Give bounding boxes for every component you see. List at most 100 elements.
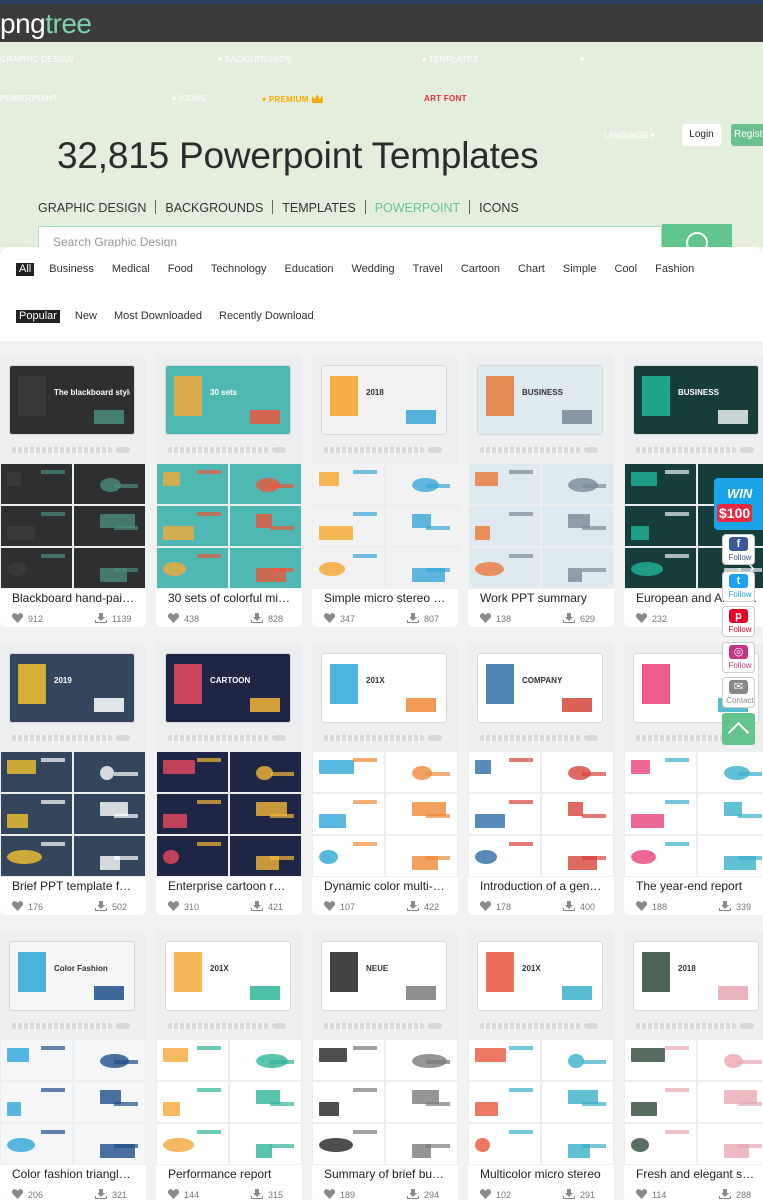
tag-filter[interactable]: Simple <box>561 263 599 276</box>
win-promo-badge[interactable]: WIN $100 <box>714 478 763 530</box>
template-preview-image[interactable]: 2018 <box>624 931 763 1165</box>
download-count[interactable]: 339 <box>719 901 751 912</box>
like-count[interactable]: 232 <box>636 613 667 624</box>
category-tab[interactable]: GRAPHIC DESIGN <box>38 201 146 215</box>
template-title[interactable]: The year-end report <box>636 879 760 893</box>
template-title[interactable]: Color fashion triangle stitching art <box>12 1167 136 1181</box>
template-title[interactable]: Dynamic color multi-purpose <box>324 879 448 893</box>
like-count[interactable]: 114 <box>636 1189 666 1200</box>
like-count[interactable]: 178 <box>480 901 511 912</box>
download-count[interactable]: 288 <box>719 1189 751 1200</box>
like-count[interactable]: 176 <box>12 901 43 912</box>
like-count[interactable]: 189 <box>324 1189 355 1200</box>
tag-filter[interactable]: Food <box>166 263 195 276</box>
nav-templates[interactable]: ▾ TEMPLATES <box>422 55 478 64</box>
template-title[interactable]: Introduction of a general company <box>480 879 604 893</box>
template-title[interactable]: Fresh and elegant summary <box>636 1167 760 1181</box>
template-title[interactable]: Multicolor micro stereo <box>480 1167 604 1181</box>
pngtree-logo[interactable]: pngtree <box>0 10 92 38</box>
nav-graphic-design[interactable]: GRAPHIC DESIGN <box>0 55 74 64</box>
tag-filter[interactable]: Business <box>47 263 96 276</box>
language-select[interactable]: LANGUAGE ▾ <box>604 131 655 140</box>
template-card[interactable]: 201X Multicolor micro stereo 102 291 <box>468 931 614 1200</box>
download-count[interactable]: 321 <box>95 1189 127 1200</box>
like-count[interactable]: 438 <box>168 613 199 624</box>
download-count[interactable]: 629 <box>563 613 595 624</box>
template-preview-image[interactable]: 201X <box>468 931 614 1165</box>
template-preview-image[interactable]: 30 sets <box>156 355 302 589</box>
search-button[interactable] <box>662 224 732 248</box>
search-input[interactable]: Search Graphic Design <box>38 226 662 248</box>
download-count[interactable]: 291 <box>563 1189 595 1200</box>
sort-option[interactable]: New <box>73 310 99 323</box>
template-preview-image[interactable]: COMPANY <box>468 643 614 877</box>
download-count[interactable]: 400 <box>563 901 595 912</box>
template-card[interactable]: 30 sets 30 sets of colorful micro stereo … <box>156 355 302 627</box>
like-count[interactable]: 138 <box>480 613 511 624</box>
template-preview-image[interactable]: NEUE <box>312 931 458 1165</box>
login-button[interactable]: Login <box>682 124 721 146</box>
template-title[interactable]: Enterprise cartoon report <box>168 879 292 893</box>
download-count[interactable]: 421 <box>251 901 283 912</box>
category-tab[interactable]: POWERPOINT <box>375 201 460 215</box>
template-preview-image[interactable]: Color Fashion <box>0 931 146 1165</box>
like-count[interactable]: 206 <box>12 1189 43 1200</box>
like-count[interactable]: 102 <box>480 1189 511 1200</box>
template-card[interactable]: COMPANY Introduction of a general company… <box>468 643 614 915</box>
like-count[interactable]: 144 <box>168 1189 199 1200</box>
tag-filter[interactable]: Chart <box>516 263 547 276</box>
tag-filter[interactable]: Travel <box>411 263 445 276</box>
template-preview-image[interactable]: BUSINESS <box>468 355 614 589</box>
template-title[interactable]: Work PPT summary <box>480 591 604 605</box>
nav-more-chevron[interactable]: ▾ <box>580 55 584 64</box>
nav-icons[interactable]: ▾ ICONS <box>172 94 206 103</box>
download-count[interactable]: 828 <box>251 613 283 624</box>
download-count[interactable]: 294 <box>407 1189 439 1200</box>
sort-option[interactable]: Popular <box>16 310 60 323</box>
like-count[interactable]: 347 <box>324 613 355 624</box>
template-preview-image[interactable]: 2018 <box>312 355 458 589</box>
nav-art-font[interactable]: ART FONT <box>424 94 467 103</box>
nav-backgrounds[interactable]: ▾ BACKGROUNDS <box>218 55 291 64</box>
download-count[interactable]: 807 <box>407 613 439 624</box>
template-title[interactable]: Performance report <box>168 1167 292 1181</box>
sort-option[interactable]: Most Downloaded <box>112 310 204 323</box>
template-card[interactable]: CARTOON Enterprise cartoon report 310 421 <box>156 643 302 915</box>
template-card[interactable]: BUSINESS Work PPT summary 138 629 <box>468 355 614 627</box>
tag-filter[interactable]: Cartoon <box>459 263 502 276</box>
nav-premium[interactable]: ▾ PREMIUM <box>262 94 323 104</box>
category-tab[interactable]: TEMPLATES <box>282 201 355 215</box>
tag-filter[interactable]: Technology <box>209 263 269 276</box>
template-card[interactable]: 2019 Brief PPT template for business 176 50… <box>0 643 146 915</box>
download-count[interactable]: 1139 <box>95 613 131 624</box>
template-card[interactable]: NEUE Summary of brief business 189 294 <box>312 931 458 1200</box>
download-count[interactable]: 502 <box>95 901 127 912</box>
template-preview-image[interactable]: 201X <box>312 643 458 877</box>
template-card[interactable]: Color Fashion Color fashion triangle stit… <box>0 931 146 1200</box>
template-preview-image[interactable]: 2019 <box>0 643 146 877</box>
template-title[interactable]: Simple micro stereo business report <box>324 591 448 605</box>
follow-facebook-button[interactable]: f Follow <box>722 534 755 565</box>
follow-instagram-button[interactable]: ◎ Follow <box>722 642 755 673</box>
template-title[interactable]: Summary of brief business <box>324 1167 448 1181</box>
template-card[interactable]: The blackboard style Blackboard hand-pain… <box>0 355 146 627</box>
follow-twitter-button[interactable]: t Follow <box>722 571 755 602</box>
template-title[interactable]: Blackboard hand-painted PPT template <box>12 591 136 605</box>
sort-option[interactable]: Recently Download <box>217 310 316 323</box>
category-tab[interactable]: ICONS <box>479 201 519 215</box>
back-to-top-button[interactable] <box>722 713 755 745</box>
like-count[interactable]: 107 <box>324 901 355 912</box>
template-title[interactable]: Brief PPT template for business <box>12 879 136 893</box>
tag-filter[interactable]: Medical <box>110 263 152 276</box>
template-card[interactable]: 201X Performance report 144 315 <box>156 931 302 1200</box>
template-card[interactable]: 201X Dynamic color multi-purpose 107 422 <box>312 643 458 915</box>
template-title[interactable]: 30 sets of colorful micro stereo busines… <box>168 591 292 605</box>
tag-filter[interactable]: Wedding <box>349 263 396 276</box>
like-count[interactable]: 188 <box>636 901 667 912</box>
like-count[interactable]: 310 <box>168 901 199 912</box>
template-card[interactable]: 2018 Simple micro stereo business report 3… <box>312 355 458 627</box>
template-preview-image[interactable]: 201X <box>156 931 302 1165</box>
category-tab[interactable]: BACKGROUNDS <box>165 201 263 215</box>
template-preview-image[interactable]: The blackboard style <box>0 355 146 589</box>
follow-pinterest-button[interactable]: p Follow <box>722 606 755 637</box>
